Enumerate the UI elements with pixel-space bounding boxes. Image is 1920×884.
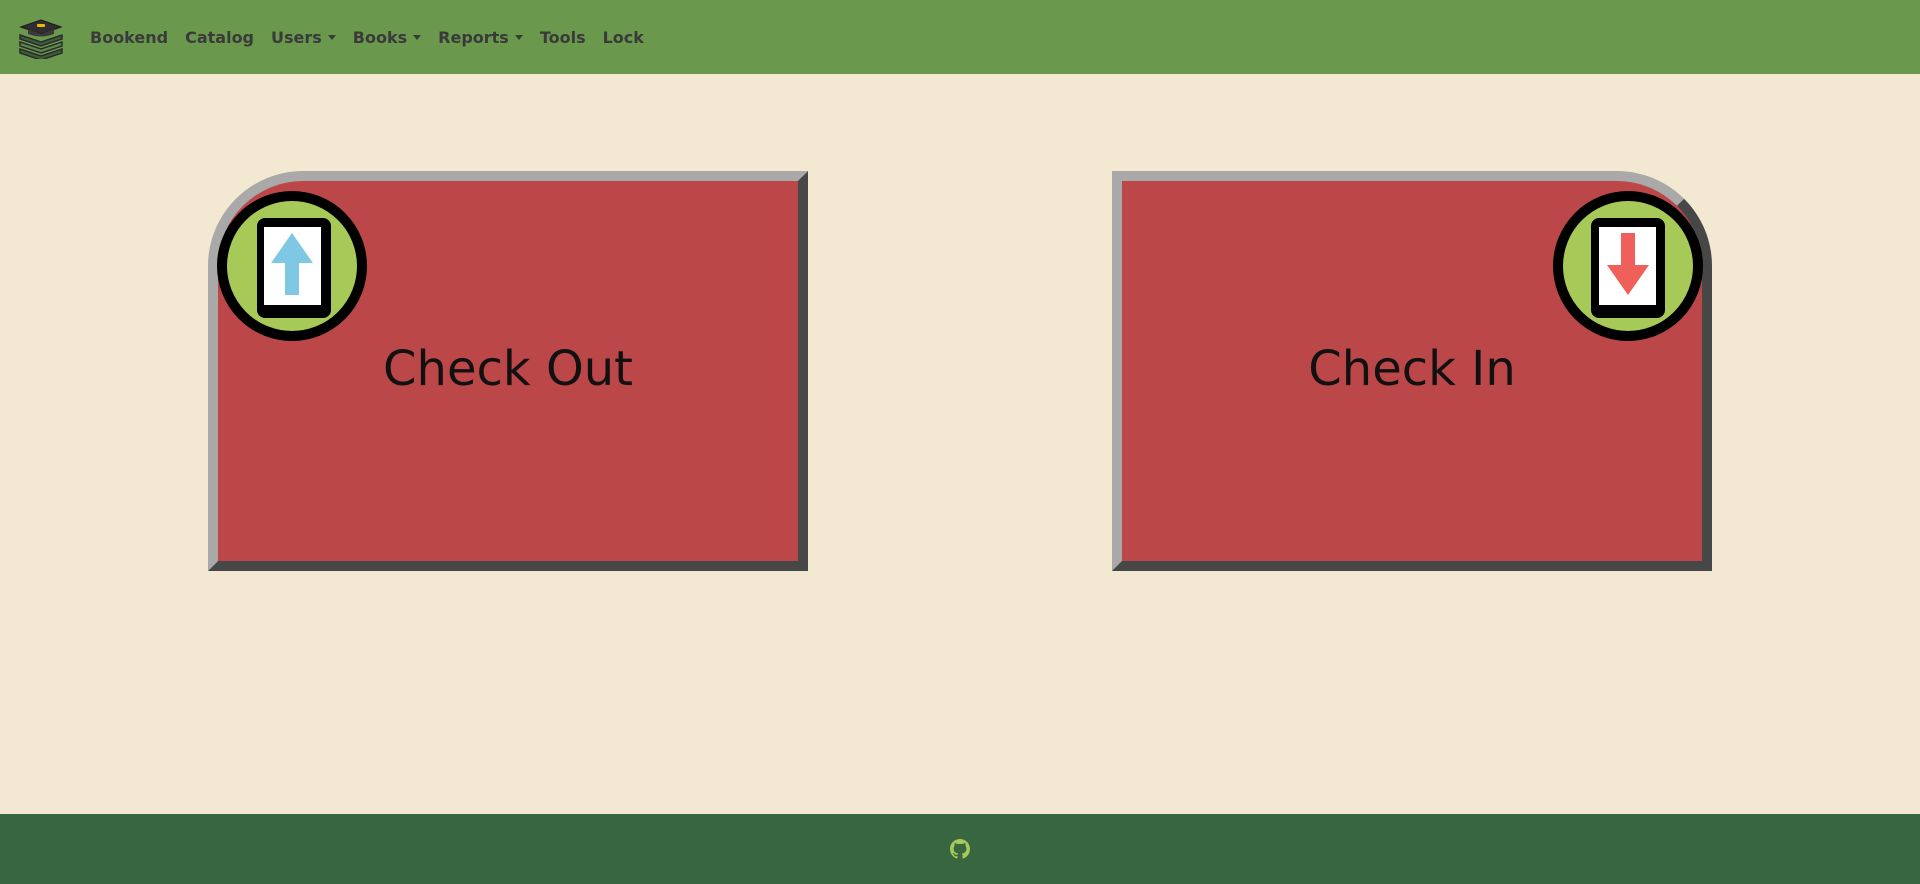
- nav-menu: Bookend Catalog Users Books Reports Tool…: [90, 0, 661, 74]
- caret-down-icon: [413, 34, 422, 40]
- phone-arrow-down-icon: [1553, 191, 1703, 341]
- check-out-button[interactable]: Check Out: [208, 171, 808, 571]
- top-navbar: Bookend Catalog Users Books Reports Tool…: [0, 0, 1920, 74]
- nav-bookend[interactable]: Bookend: [90, 28, 168, 47]
- check-out-label: Check Out: [383, 341, 633, 397]
- nav-users-label: Users: [271, 27, 322, 47]
- nav-reports-dropdown[interactable]: Reports: [438, 28, 523, 47]
- nav-lock-label: Lock: [602, 27, 644, 47]
- nav-catalog-label: Catalog: [185, 27, 255, 47]
- nav-users-dropdown[interactable]: Users: [271, 28, 336, 47]
- caret-down-icon: [514, 34, 523, 40]
- nav-tools[interactable]: Tools: [540, 28, 586, 47]
- nav-tools-label: Tools: [539, 27, 586, 47]
- nav-bookend-label: Bookend: [90, 27, 169, 47]
- nav-books-label: Books: [352, 27, 408, 47]
- nav-reports-label: Reports: [438, 27, 509, 47]
- check-in-label: Check In: [1308, 341, 1516, 397]
- nav-books-dropdown[interactable]: Books: [352, 27, 422, 47]
- phone-arrow-up-icon: [217, 191, 367, 341]
- footer: [0, 814, 1920, 884]
- github-icon[interactable]: [950, 839, 970, 859]
- check-in-button[interactable]: Check In: [1112, 171, 1712, 571]
- nav-catalog[interactable]: Catalog: [185, 28, 254, 47]
- book-stack-icon[interactable]: [16, 15, 66, 59]
- nav-lock[interactable]: Lock: [603, 28, 644, 47]
- caret-down-icon: [327, 34, 336, 40]
